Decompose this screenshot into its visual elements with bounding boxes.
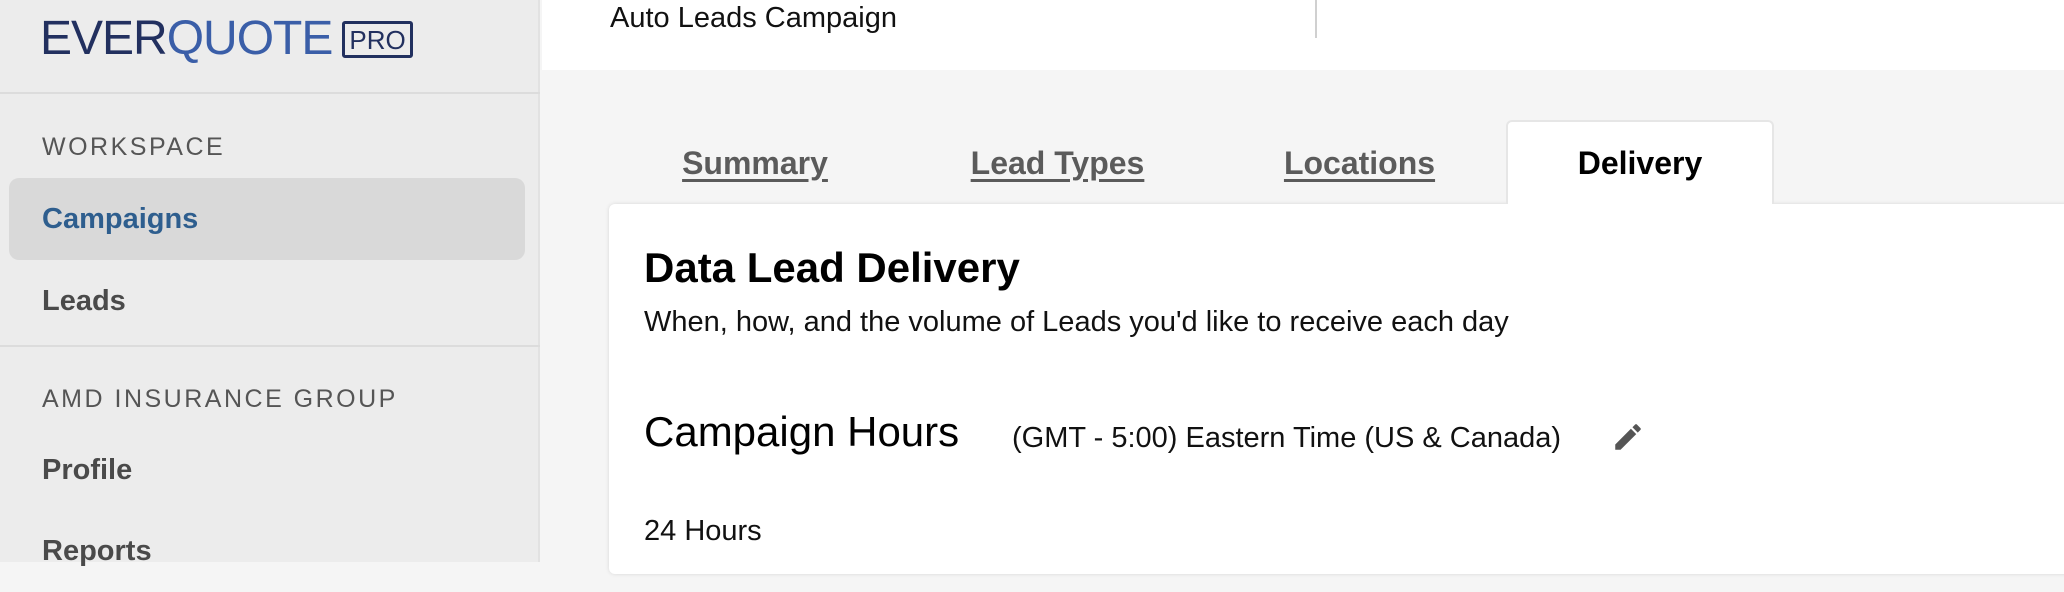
sidebar-item-label: Campaigns [42, 202, 199, 235]
sidebar-item-profile[interactable]: Profile [9, 429, 525, 511]
everquote-pro-logo[interactable]: EVER QUOTE PRO [40, 10, 413, 68]
sidebar-divider [0, 345, 540, 347]
tab-delivery[interactable]: Delivery [1506, 120, 1774, 204]
timezone-label: (GMT - 5:00) Eastern Time (US & Canada) [1012, 422, 1562, 454]
section-title: Data Lead Delivery [644, 244, 1020, 291]
sidebar: EVER QUOTE PRO WORKSPACE Campaigns Leads… [0, 0, 540, 567]
tab-locations[interactable]: Locations [1262, 122, 1457, 204]
sidebar-item-label: Leads [42, 284, 126, 317]
topbar-divider [1315, 0, 1317, 38]
logo-ever-text: EVER [40, 12, 168, 65]
top-bar: Auto Leads Campaign [542, 0, 2064, 70]
campaign-hours-value: 24 Hours [644, 515, 762, 547]
campaign-title: Auto Leads Campaign [610, 2, 897, 34]
tab-summary[interactable]: Summary [655, 122, 855, 204]
sidebar-divider [0, 92, 540, 94]
sidebar-item-leads[interactable]: Leads [9, 260, 525, 342]
logo-pro-badge: PRO [342, 20, 413, 58]
workspace-section-label: WORKSPACE [42, 133, 226, 161]
logo-quote-text: QUOTE [166, 12, 334, 65]
sidebar-item-label: Reports [42, 534, 152, 567]
sidebar-item-reports[interactable]: Reports [9, 510, 525, 592]
sidebar-item-label: Profile [42, 453, 133, 486]
delivery-card: Data Lead Delivery When, how, and the vo… [609, 204, 2064, 574]
section-subtitle: When, how, and the volume of Leads you'd… [644, 306, 1509, 338]
tab-lead-types[interactable]: Lead Types [940, 122, 1175, 204]
org-section-label: AMD INSURANCE GROUP [42, 385, 398, 413]
pencil-icon[interactable] [1611, 420, 1645, 454]
campaign-hours-heading: Campaign Hours [644, 408, 960, 455]
sidebar-item-campaigns[interactable]: Campaigns [9, 178, 525, 260]
